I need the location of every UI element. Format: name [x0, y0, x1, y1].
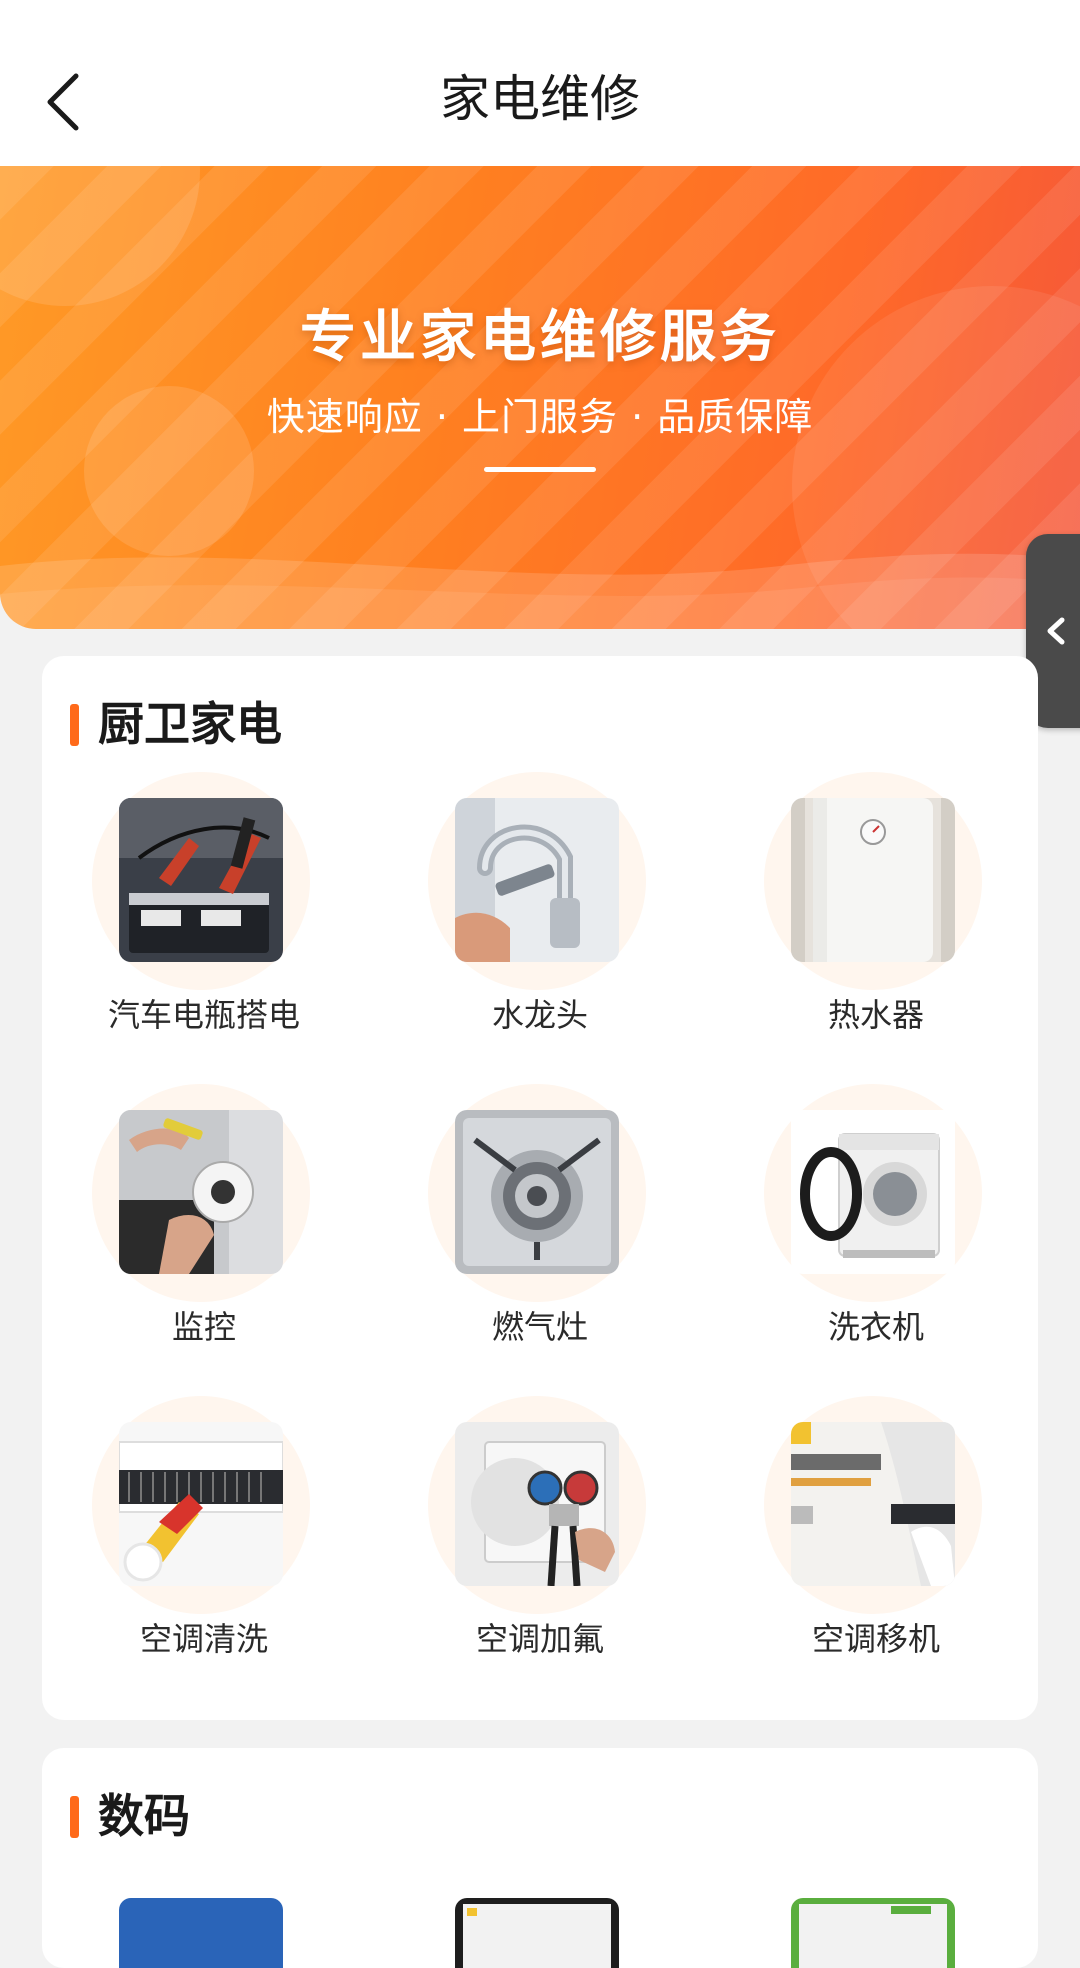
- faucet-photo: [455, 798, 619, 962]
- digital-item-thumbnail[interactable]: [791, 1898, 955, 1968]
- ac-cleaning-photo: [119, 1422, 283, 1586]
- service-item-label: 洗衣机: [827, 1308, 924, 1346]
- service-item-label: 监控: [171, 1308, 236, 1346]
- service-item-water-heater[interactable]: 热水器: [714, 772, 1038, 1072]
- service-item-label: 空调清洗: [139, 1620, 268, 1658]
- service-item-washing-machine[interactable]: 洗衣机: [714, 1084, 1038, 1384]
- service-item-label: 燃气灶: [491, 1308, 588, 1346]
- hero-subline: 快速响应 · 上门服务 · 品质保障: [266, 395, 814, 439]
- section-title: 数码: [98, 1789, 190, 1843]
- digital-item-thumbnail[interactable]: [119, 1898, 283, 1968]
- gas-stove-photo: [455, 1110, 619, 1274]
- service-item-ac-cleaning[interactable]: 空调清洗: [42, 1396, 366, 1696]
- decorative-circle: [0, 166, 200, 306]
- security-camera-photo: [119, 1110, 283, 1274]
- service-item-label: 热水器: [827, 996, 924, 1034]
- service-item-label: 空调移机: [811, 1620, 940, 1658]
- ac-refrigerant-photo: [455, 1422, 619, 1586]
- hero-divider: [484, 467, 596, 472]
- chevron-left-icon: [1047, 617, 1065, 645]
- ac-relocation-photo: [791, 1422, 955, 1586]
- section-card-digital: 数码: [42, 1748, 1038, 1968]
- section-accent-bar: [70, 704, 79, 746]
- top-nav-bar: 家电维修: [0, 0, 1080, 166]
- digital-item-thumbnail[interactable]: [455, 1898, 619, 1968]
- car-battery-jumper-photo: [119, 798, 283, 962]
- service-item-faucet[interactable]: 水龙头: [378, 772, 702, 1072]
- section-accent-bar: [70, 1796, 79, 1838]
- page-title: 家电维修: [440, 70, 640, 128]
- service-item-gas-stove[interactable]: 燃气灶: [378, 1084, 702, 1384]
- decorative-wave: [0, 553, 1080, 629]
- service-item-ac-relocation[interactable]: 空调移机: [714, 1396, 1038, 1696]
- hero-headline: 专业家电维修服务: [300, 305, 780, 370]
- washing-machine-photo: [791, 1110, 955, 1274]
- section-title: 厨卫家电: [98, 697, 282, 751]
- service-item-security-camera[interactable]: 监控: [42, 1084, 366, 1384]
- service-item-label: 空调加氟: [475, 1620, 604, 1658]
- service-item-label: 水龙头: [491, 996, 588, 1034]
- water-heater-photo: [791, 798, 955, 962]
- service-item-label: 汽车电瓶搭电: [107, 996, 300, 1034]
- service-item-car-battery[interactable]: 汽车电瓶搭电: [42, 772, 366, 1072]
- hero-banner: 专业家电维修服务 快速响应 · 上门服务 · 品质保障: [0, 166, 1080, 629]
- service-item-ac-refrigerant[interactable]: 空调加氟: [378, 1396, 702, 1696]
- section-card-kitchen-appliances: 厨卫家电 汽车电瓶搭电 水龙头 热水器 监控 燃气灶 洗衣机 空调清洗 空调加氟…: [42, 656, 1038, 1720]
